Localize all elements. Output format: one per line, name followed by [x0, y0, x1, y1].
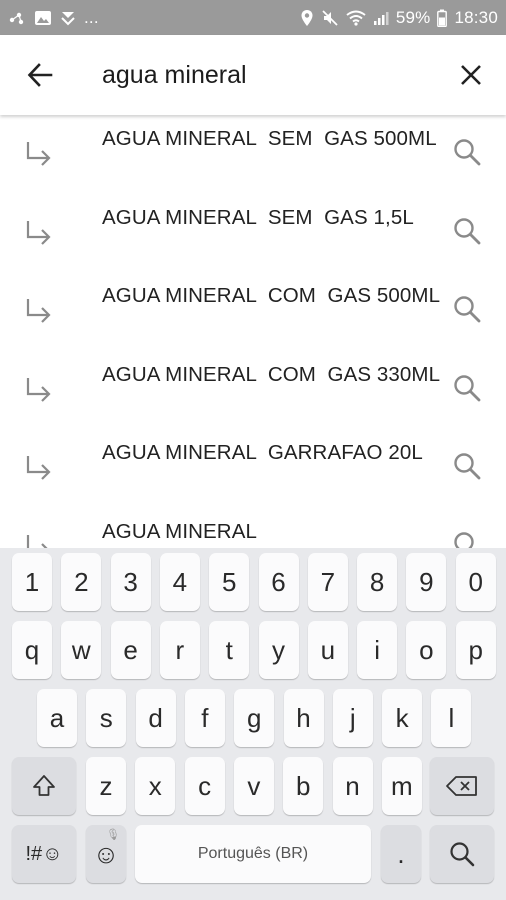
shift-key[interactable]: [12, 757, 76, 815]
search-icon[interactable]: [452, 294, 482, 324]
keyboard-row: zxcvbnm: [0, 757, 506, 817]
suggestion-item[interactable]: AGUA MINERAL: [0, 508, 506, 549]
key-l[interactable]: l: [431, 689, 472, 747]
suggestion-text: AGUA MINERAL SEM GAS 1,5L: [102, 205, 414, 229]
key-n[interactable]: n: [332, 757, 373, 815]
key-v[interactable]: v: [233, 757, 274, 815]
shift-icon: [33, 775, 55, 796]
key-1[interactable]: 1: [12, 553, 52, 611]
search-bar: [0, 35, 506, 115]
key-x[interactable]: x: [135, 757, 176, 815]
keyboard-row: asdfghjkl: [0, 689, 506, 749]
subdirectory-arrow-icon: [26, 220, 51, 245]
subdirectory-arrow-icon: [26, 377, 51, 402]
period-key[interactable]: .: [381, 825, 421, 883]
key-0[interactable]: 0: [455, 553, 496, 611]
suggestion-text: AGUA MINERAL: [102, 519, 257, 543]
signal-icon: [373, 10, 389, 26]
back-button[interactable]: [0, 35, 80, 115]
suggestion-item[interactable]: AGUA MINERAL GARRAFAO 20L: [0, 429, 506, 508]
key-4[interactable]: 4: [159, 553, 200, 611]
status-left: ...: [8, 8, 99, 28]
key-9[interactable]: 9: [406, 553, 447, 611]
key-k[interactable]: k: [382, 689, 423, 747]
emoji-key[interactable]: ☺ 🎙: [86, 825, 126, 883]
emoji-icon: ☺: [92, 838, 120, 869]
status-more: ...: [84, 7, 99, 27]
status-right: 59% 18:30: [300, 8, 498, 28]
battery-icon: [437, 9, 448, 27]
network-icon: [8, 10, 26, 26]
wifi-icon: [346, 10, 366, 26]
mic-icon: 🎙: [106, 829, 120, 841]
close-icon: [461, 65, 481, 85]
key-m[interactable]: m: [381, 757, 422, 815]
suggestion-item[interactable]: AGUA MINERAL SEM GAS 500ML: [0, 115, 506, 194]
key-z[interactable]: z: [86, 757, 126, 815]
backspace-icon: [446, 776, 477, 796]
key-q[interactable]: q: [12, 621, 52, 679]
key-3[interactable]: 3: [110, 553, 151, 611]
key-y[interactable]: y: [258, 621, 299, 679]
key-i[interactable]: i: [357, 621, 398, 679]
subdirectory-arrow-icon: [26, 456, 51, 480]
clear-button[interactable]: [436, 35, 506, 115]
search-icon[interactable]: [452, 216, 482, 246]
search-icon[interactable]: [452, 530, 482, 549]
key-g[interactable]: g: [234, 689, 275, 747]
key-h[interactable]: h: [283, 689, 324, 747]
key-d[interactable]: d: [135, 689, 176, 747]
notification-icon: [60, 10, 76, 26]
key-p[interactable]: p: [455, 621, 496, 679]
backspace-key[interactable]: [430, 757, 494, 815]
suggestion-text: AGUA MINERAL GARRAFAO 20L: [102, 441, 423, 464]
keyboard-row: 1234567890: [0, 553, 506, 613]
key-5[interactable]: 5: [209, 553, 250, 611]
status-bar: ... 59% 18:30: [0, 0, 506, 35]
key-t[interactable]: t: [209, 621, 250, 679]
key-2[interactable]: 2: [61, 553, 102, 611]
location-icon: [300, 9, 314, 27]
suggestion-item[interactable]: AGUA MINERAL COM GAS 500ML: [0, 272, 506, 351]
key-c[interactable]: c: [184, 757, 225, 815]
mute-icon: [321, 9, 339, 27]
suggestion-text: AGUA MINERAL SEM GAS 500ML: [102, 127, 437, 150]
key-e[interactable]: e: [110, 621, 151, 679]
subdirectory-arrow-icon: [26, 299, 51, 323]
space-key[interactable]: Português (BR): [135, 825, 371, 883]
key-8[interactable]: 8: [357, 553, 398, 611]
suggestion-item[interactable]: AGUA MINERAL COM GAS 330ML: [0, 351, 506, 430]
key-r[interactable]: r: [159, 621, 200, 679]
keyboard-row: qwertyuiop: [0, 621, 506, 681]
keyboard: 1 2 3 4 5 6 7 8 9 0 q w e r t y u i o p a s d f g h j k l z x c v b n m !#☺ ☺…: [0, 548, 506, 900]
search-icon[interactable]: [452, 373, 482, 403]
subdirectory-arrow-icon: [26, 534, 49, 548]
search-key[interactable]: [430, 825, 494, 883]
subdirectory-arrow-icon: [26, 142, 51, 166]
key-s[interactable]: s: [86, 689, 127, 747]
key-j[interactable]: j: [332, 689, 373, 747]
search-icon: [450, 842, 475, 867]
key-o[interactable]: o: [406, 621, 447, 679]
symbols-key[interactable]: !#☺: [12, 825, 76, 883]
key-b[interactable]: b: [283, 757, 324, 815]
keyboard-row: !#☺ ☺ 🎙 Português (BR).: [0, 825, 506, 885]
suggestion-item[interactable]: AGUA MINERAL SEM GAS 1,5L: [0, 194, 506, 273]
search-icon[interactable]: [452, 137, 482, 167]
arrow-left-icon: [27, 63, 53, 87]
suggestion-text: AGUA MINERAL COM GAS 500ML: [102, 284, 441, 307]
key-7[interactable]: 7: [307, 553, 348, 611]
suggestion-list: AGUA MINERAL SEM GAS 500ML AGUA MINERAL S…: [0, 115, 506, 548]
status-time: 18:30: [454, 7, 498, 27]
suggestion-text: AGUA MINERAL COM GAS 330ML: [102, 362, 441, 386]
search-icon[interactable]: [452, 451, 482, 481]
key-6[interactable]: 6: [258, 553, 299, 611]
key-u[interactable]: u: [307, 621, 348, 679]
search-input[interactable]: [80, 35, 436, 115]
key-a[interactable]: a: [37, 689, 77, 747]
key-w[interactable]: w: [61, 621, 102, 679]
image-icon: [34, 10, 52, 26]
battery-percent: 59%: [395, 7, 431, 27]
key-f[interactable]: f: [184, 689, 225, 747]
